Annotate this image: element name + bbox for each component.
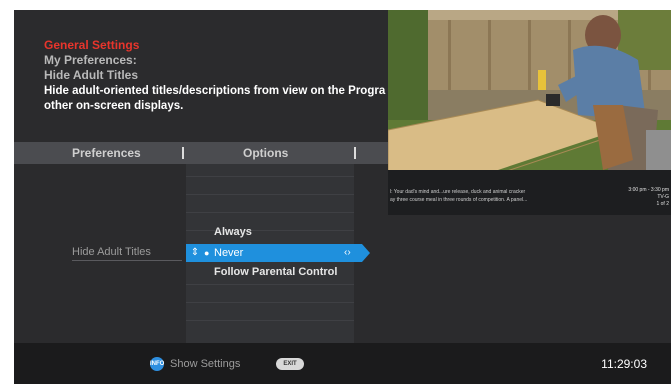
setting-label-hide-adult-titles: Hide Adult Titles: [72, 246, 151, 258]
column-divider: [182, 147, 184, 159]
column-options[interactable]: Options: [243, 146, 288, 160]
option-never-label: Never: [214, 247, 244, 259]
page-title: General Settings: [44, 38, 140, 52]
program-info-panel: l: Your dad's mind and...ure release, du…: [388, 170, 671, 215]
option-never-selected[interactable]: ⇕ ● Never ‹›: [186, 244, 370, 262]
tv-settings-screen: General Settings My Preferences: Hide Ad…: [14, 10, 671, 384]
option-slot-divider: [186, 212, 354, 213]
show-settings-label[interactable]: Show Settings: [170, 357, 240, 371]
footer-bar: INFO Show Settings EXIT 11:29:03: [14, 343, 671, 384]
selection-pointer: [362, 244, 370, 262]
column-divider: [354, 147, 356, 159]
option-slot-divider: [186, 194, 354, 195]
program-rating: TV-G: [657, 194, 669, 200]
header-panel: General Settings My Preferences: Hide Ad…: [44, 38, 424, 114]
setting-description: Hide adult-oriented titles/descriptions …: [44, 84, 424, 114]
clock: 11:29:03: [601, 357, 647, 371]
exit-button[interactable]: EXIT: [276, 358, 304, 370]
setting-label-underline: [72, 260, 182, 261]
selected-bullet-icon: ●: [204, 248, 210, 258]
option-slot-divider: [186, 302, 354, 303]
column-header-bar: Preferences Options: [14, 142, 388, 164]
video-preview-image: [388, 10, 671, 170]
description-line-1: Hide adult-oriented titles/descriptions …: [44, 85, 386, 97]
program-description-line-1: l: Your dad's mind and...ure release, du…: [390, 189, 526, 195]
program-time: 3:00 pm - 3:30 pm: [628, 187, 669, 193]
option-always[interactable]: Always: [214, 226, 252, 238]
option-slot-divider: [186, 320, 354, 321]
up-down-arrows-icon: ⇕: [190, 247, 200, 258]
program-description-line-2: ay three course meal in three rounds of …: [390, 197, 528, 203]
description-line-2: other on-screen displays.: [44, 100, 184, 112]
breadcrumb-hide-adult-titles: Hide Adult Titles: [44, 68, 139, 82]
video-preview: [388, 10, 671, 170]
breadcrumb-my-preferences: My Preferences:: [44, 53, 137, 67]
column-preferences[interactable]: Preferences: [72, 146, 141, 160]
program-page: 1 of 2: [656, 201, 669, 207]
program-meta: 3:00 pm - 3:30 pm TV-G 1 of 2: [628, 187, 669, 208]
option-slot-divider: [186, 230, 354, 231]
option-slot-divider: [186, 176, 354, 177]
option-follow-parental-control[interactable]: Follow Parental Control: [214, 266, 337, 278]
info-button-icon[interactable]: INFO: [150, 357, 164, 371]
program-description: l: Your dad's mind and...ure release, du…: [390, 188, 527, 204]
left-right-arrows-icon: ‹›: [344, 247, 351, 258]
option-slot-divider: [186, 284, 354, 285]
